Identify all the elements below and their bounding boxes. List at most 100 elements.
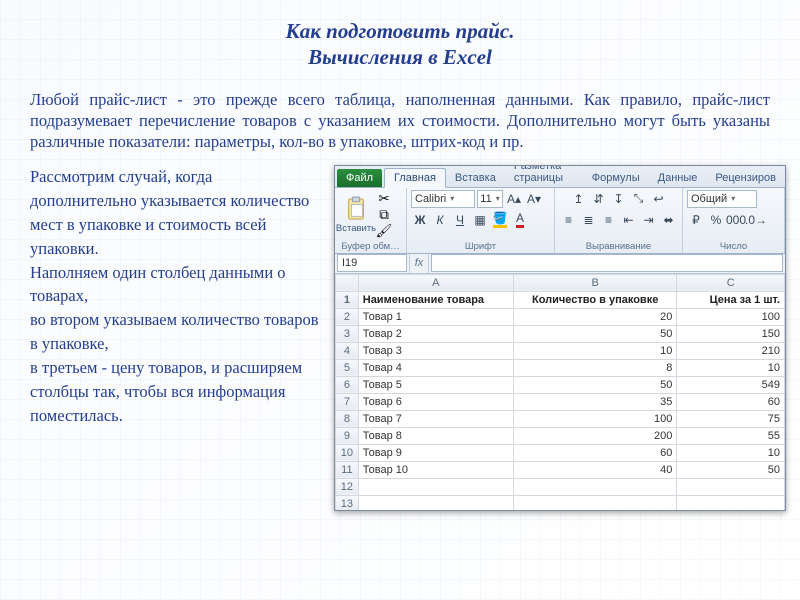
cell[interactable]	[677, 495, 785, 510]
cell[interactable]: 150	[677, 325, 785, 342]
align-middle-button[interactable]: ⇵	[590, 190, 608, 208]
row-header[interactable]: 2	[336, 308, 359, 325]
cell[interactable]: 100	[513, 410, 676, 427]
increase-indent-button[interactable]: ⇥	[640, 211, 658, 229]
tab-0[interactable]: Главная	[384, 168, 446, 188]
row-header[interactable]: 12	[336, 478, 359, 495]
cell[interactable]: Товар 6	[358, 393, 513, 410]
borders-button[interactable]: ▦	[471, 211, 489, 229]
cell[interactable]: Товар 1	[358, 308, 513, 325]
cell[interactable]: Товар 9	[358, 444, 513, 461]
cell[interactable]: Цена за 1 шт.	[677, 291, 785, 308]
decrease-indent-button[interactable]: ⇤	[620, 211, 638, 229]
row-header[interactable]: 13	[336, 495, 359, 510]
row-header[interactable]: 7	[336, 393, 359, 410]
format-painter-button[interactable]: 🖌	[376, 224, 392, 238]
align-top-button[interactable]: ↥	[570, 190, 588, 208]
cell[interactable]: Товар 5	[358, 376, 513, 393]
cell[interactable]: 200	[513, 427, 676, 444]
grow-font-button[interactable]: A▴	[505, 190, 523, 208]
cell[interactable]: 100	[677, 308, 785, 325]
cell[interactable]: 210	[677, 342, 785, 359]
orientation-button[interactable]: ⤡	[630, 190, 648, 208]
tab-2[interactable]: Разметка страницы	[505, 165, 583, 187]
cell[interactable]: 50	[677, 461, 785, 478]
fx-icon[interactable]: fx	[409, 254, 429, 273]
bold-button[interactable]: Ж	[411, 211, 429, 229]
formula-input[interactable]	[431, 254, 783, 272]
cell[interactable]	[513, 478, 676, 495]
align-left-button[interactable]: ≡	[560, 211, 578, 229]
cell[interactable]: Товар 2	[358, 325, 513, 342]
cell[interactable]: 60	[513, 444, 676, 461]
row-header[interactable]: 5	[336, 359, 359, 376]
cell[interactable]: Товар 3	[358, 342, 513, 359]
tab-3[interactable]: Формулы	[583, 169, 649, 187]
row-header[interactable]: 1	[336, 291, 359, 308]
number-format-combo[interactable]: Общий▾	[687, 190, 757, 208]
cell[interactable]: 20	[513, 308, 676, 325]
comma-button[interactable]: 000	[727, 211, 745, 229]
cell[interactable]: 35	[513, 393, 676, 410]
cell[interactable]: 549	[677, 376, 785, 393]
font-color-button[interactable]: A	[511, 211, 529, 229]
merge-button[interactable]: ⬌	[660, 211, 678, 229]
copy-icon: ⧉	[379, 207, 389, 223]
cell[interactable]	[358, 478, 513, 495]
cell[interactable]: 60	[677, 393, 785, 410]
paste-button[interactable]: Вставить	[339, 196, 373, 234]
fill-color-button[interactable]: 🪣	[491, 211, 509, 229]
row-header[interactable]: 9	[336, 427, 359, 444]
cell[interactable]: 50	[513, 325, 676, 342]
row-header[interactable]: 10	[336, 444, 359, 461]
tab-1[interactable]: Вставка	[446, 169, 505, 187]
cell[interactable]: 8	[513, 359, 676, 376]
cell[interactable]: 10	[677, 444, 785, 461]
cell[interactable]: 50	[513, 376, 676, 393]
cell[interactable]	[677, 478, 785, 495]
cell[interactable]	[358, 495, 513, 510]
select-all-corner[interactable]	[336, 274, 359, 291]
cell[interactable]: 10	[513, 342, 676, 359]
cell[interactable]: Наименование товара	[358, 291, 513, 308]
font-name-combo[interactable]: Calibri▾	[411, 190, 475, 208]
row-header[interactable]: 3	[336, 325, 359, 342]
underline-button[interactable]: Ч	[451, 211, 469, 229]
cell[interactable]: Товар 4	[358, 359, 513, 376]
cell[interactable]: Товар 10	[358, 461, 513, 478]
cell[interactable]: Товар 7	[358, 410, 513, 427]
percent-button[interactable]: %	[707, 211, 725, 229]
italic-button[interactable]: К	[431, 211, 449, 229]
worksheet-grid[interactable]: A B C 1Наименование товараКоличество в у…	[335, 274, 785, 510]
align-center-button[interactable]: ≣	[580, 211, 598, 229]
cell[interactable]: Товар 8	[358, 427, 513, 444]
font-size-combo[interactable]: 11▾	[477, 190, 503, 208]
cell[interactable]: 55	[677, 427, 785, 444]
shrink-font-button[interactable]: A▾	[525, 190, 543, 208]
row-header[interactable]: 11	[336, 461, 359, 478]
tab-file[interactable]: Файл	[337, 169, 382, 187]
cell[interactable]	[513, 495, 676, 510]
cell[interactable]: 10	[677, 359, 785, 376]
col-header-C[interactable]: C	[677, 274, 785, 291]
copy-button[interactable]: ⧉	[376, 208, 392, 222]
name-box[interactable]: I19	[337, 254, 407, 272]
cell[interactable]: 40	[513, 461, 676, 478]
tab-4[interactable]: Данные	[649, 169, 707, 187]
row-header[interactable]: 6	[336, 376, 359, 393]
currency-button[interactable]: ₽	[687, 211, 705, 229]
col-header-B[interactable]: B	[513, 274, 676, 291]
align-bottom-button[interactable]: ↧	[610, 190, 628, 208]
row-header[interactable]: 8	[336, 410, 359, 427]
cell[interactable]: 75	[677, 410, 785, 427]
align-right-button[interactable]: ≡	[600, 211, 618, 229]
col-header-A[interactable]: A	[358, 274, 513, 291]
tab-5[interactable]: Рецензиров	[706, 169, 785, 187]
formula-bar: I19 fx	[335, 254, 785, 274]
clipboard-icon	[345, 196, 367, 222]
increase-decimal-button[interactable]: .0→	[747, 211, 765, 229]
cut-button[interactable]: ✂	[376, 192, 392, 206]
cell[interactable]: Количество в упаковке	[513, 291, 676, 308]
wrap-text-button[interactable]: ↩	[650, 190, 668, 208]
row-header[interactable]: 4	[336, 342, 359, 359]
